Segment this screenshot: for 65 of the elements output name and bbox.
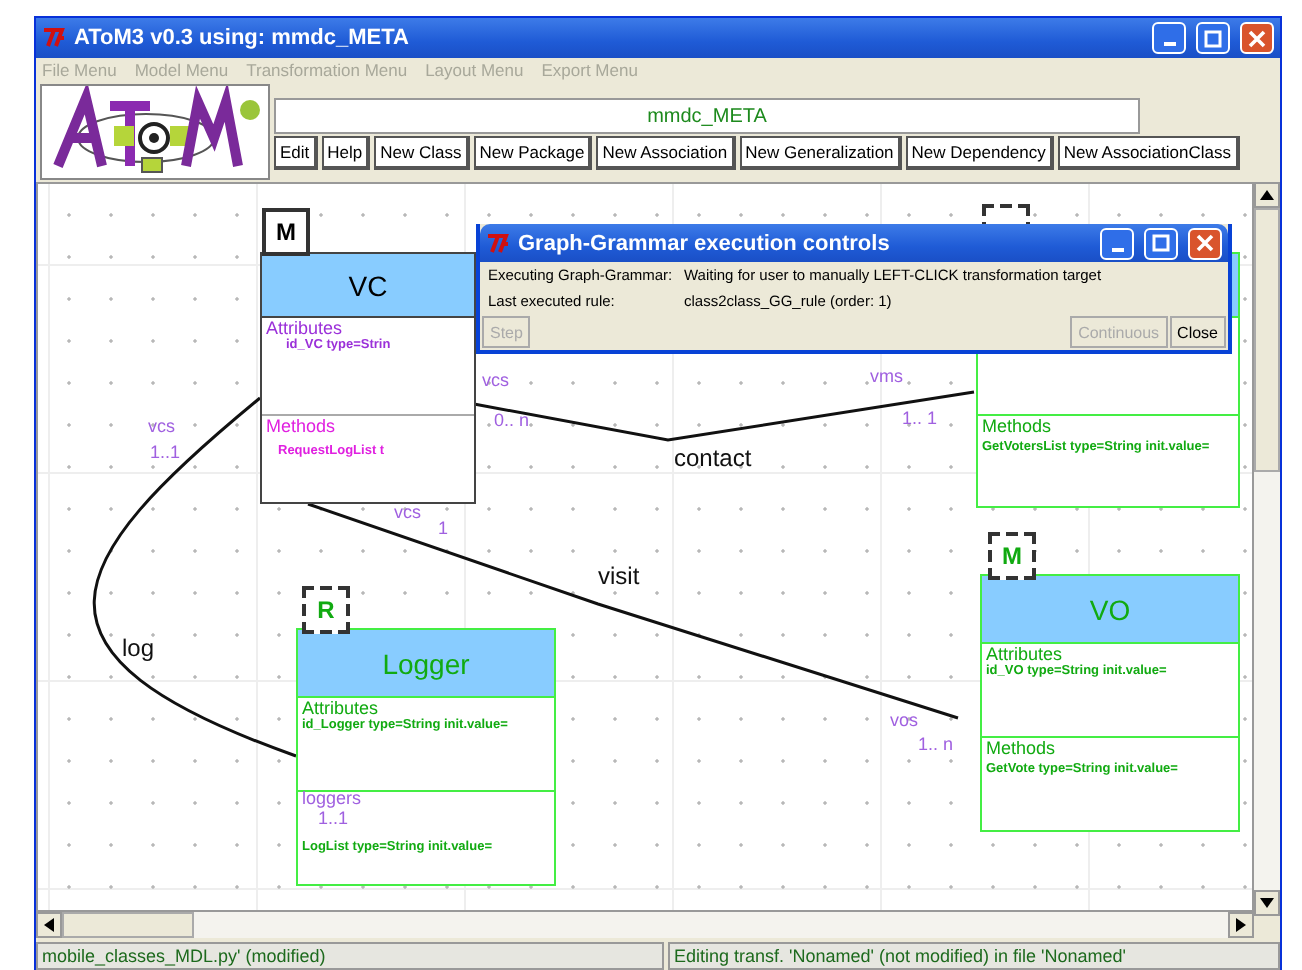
toolbar-button[interactable]: New Generalization [739, 136, 902, 170]
role-label: 0.. n [494, 412, 530, 432]
class-badge: M [988, 532, 1036, 580]
association-line[interactable] [473, 390, 975, 442]
maximize-button[interactable] [1144, 227, 1178, 259]
app-icon [486, 233, 510, 253]
class-name: Logger [382, 647, 470, 679]
toolbar-button[interactable]: New Class [374, 136, 470, 170]
role-label: 1 [438, 520, 449, 540]
toolbar-button[interactable]: New AssociationClass [1057, 136, 1240, 170]
close-icon [1248, 29, 1266, 47]
class-badge: R [302, 586, 350, 634]
diagram-canvas[interactable] [36, 182, 1254, 912]
maximize-icon [1204, 29, 1222, 47]
dialog-button[interactable]: Close [1169, 316, 1226, 348]
minimize-icon [1111, 247, 1123, 251]
role-label: vos [890, 712, 919, 732]
section-label: Methods [980, 416, 1052, 436]
model-name-field[interactable]: mmdc_META [274, 98, 1140, 134]
vertical-scrollbar[interactable] [1254, 182, 1280, 916]
role-label: loggers [302, 790, 362, 810]
scroll-down-icon[interactable] [1254, 890, 1280, 916]
app-icon [42, 28, 66, 48]
scroll-up-icon[interactable] [1254, 182, 1280, 208]
toolbar-button[interactable]: Help [321, 136, 371, 170]
dialog-title: Graph-Grammar execution controls [518, 231, 892, 255]
role-label: vcs [394, 504, 421, 524]
section-label: Attributes [264, 318, 343, 338]
close-icon [1196, 234, 1214, 252]
class-name: VC [348, 269, 388, 301]
toolbar-button[interactable]: New Association [596, 136, 736, 170]
status-text: mobile_classes_MDL.py' (modified) [36, 942, 664, 970]
role-label: vms [870, 368, 903, 388]
maximize-icon [1152, 234, 1170, 252]
role-label: 1.. 1 [902, 410, 938, 430]
toolbar-button[interactable]: New Package [473, 136, 593, 170]
status-text: Editing transf. 'Nonamed' (not modified) in file 'Nonamed' [668, 942, 1280, 970]
horizontal-scrollbar[interactable] [36, 912, 1254, 938]
minimize-button[interactable] [1100, 227, 1134, 259]
section-label: Methods [984, 738, 1056, 758]
section-label: Methods [264, 416, 336, 436]
toolbar-button[interactable]: Edit [274, 136, 318, 170]
role-label: 1..1 [318, 810, 349, 830]
toolbar-button[interactable]: New Dependency [905, 136, 1054, 170]
class-name: VO [1089, 593, 1131, 625]
minimize-icon [1163, 42, 1175, 46]
role-label: 1..1 [150, 444, 181, 464]
section-label: Attributes [984, 644, 1063, 664]
minimize-button[interactable] [1152, 22, 1186, 54]
scroll-thumb[interactable] [62, 912, 194, 938]
maximize-button[interactable] [1196, 22, 1230, 54]
close-button[interactable] [1188, 227, 1222, 259]
role-label: 1.. n [918, 736, 954, 756]
role-label: vcs [148, 418, 175, 438]
scroll-thumb[interactable] [1254, 208, 1280, 472]
association-name: log [122, 636, 155, 663]
class-badge: M [262, 208, 310, 256]
scroll-left-icon[interactable] [36, 912, 62, 938]
window-title: AToM3 v0.3 using: mmdc_META [74, 26, 411, 50]
role-label: vcs [482, 372, 509, 392]
scroll-right-icon[interactable] [1228, 912, 1254, 938]
association-name: visit [598, 564, 640, 591]
association-name: contact [674, 446, 752, 473]
section-label: Attributes [300, 698, 379, 718]
close-button[interactable] [1240, 22, 1274, 54]
